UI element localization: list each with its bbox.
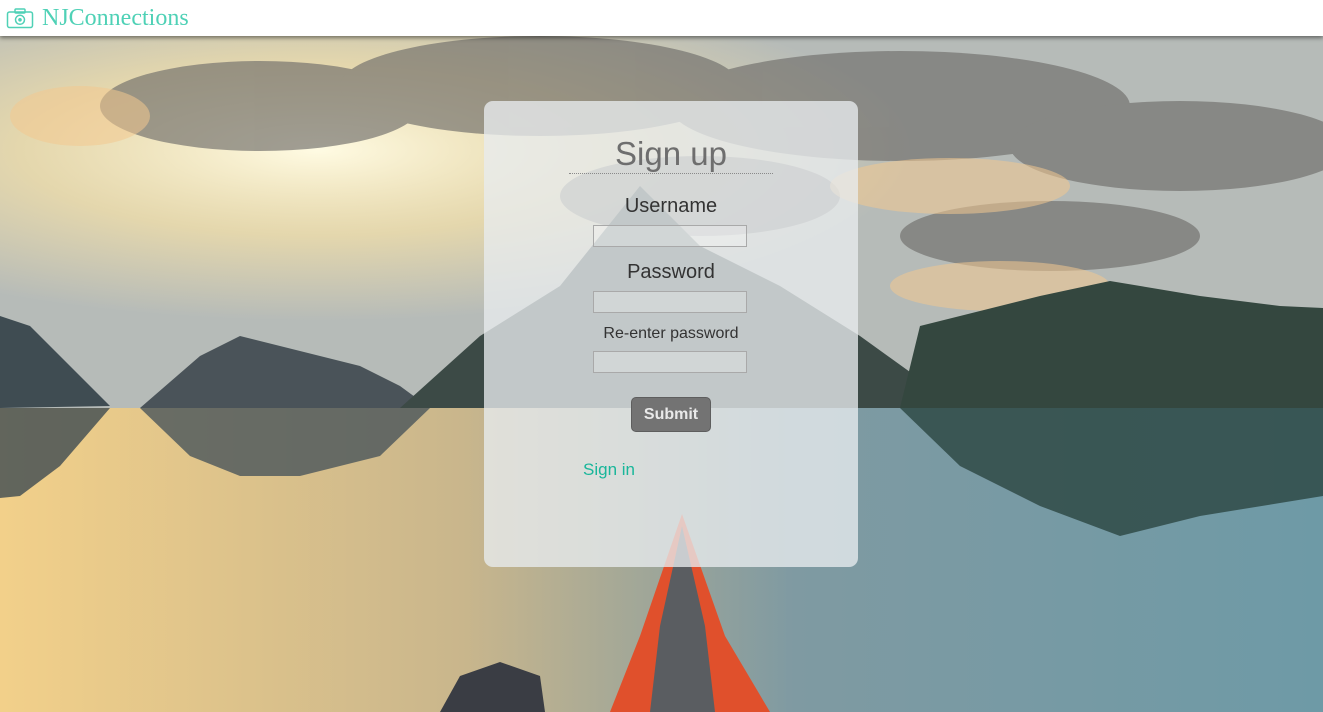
top-navbar: NJConnections [0, 0, 1323, 36]
username-input[interactable] [593, 225, 747, 247]
submit-button[interactable]: Submit [631, 397, 711, 432]
password-label: Password [627, 261, 715, 283]
reenter-password-label: Re-enter password [603, 325, 739, 342]
username-label: Username [624, 195, 718, 217]
sign-in-link[interactable]: Sign in [583, 460, 635, 480]
camera-icon [6, 7, 34, 29]
password-input[interactable] [593, 291, 747, 313]
brand-link[interactable]: NJConnections [6, 3, 189, 33]
signup-title: Sign up [569, 134, 773, 174]
reenter-password-input[interactable] [593, 351, 747, 373]
signup-card: Sign up Username Password Re-enter passw… [484, 101, 858, 567]
brand-name: NJConnections [42, 4, 189, 31]
